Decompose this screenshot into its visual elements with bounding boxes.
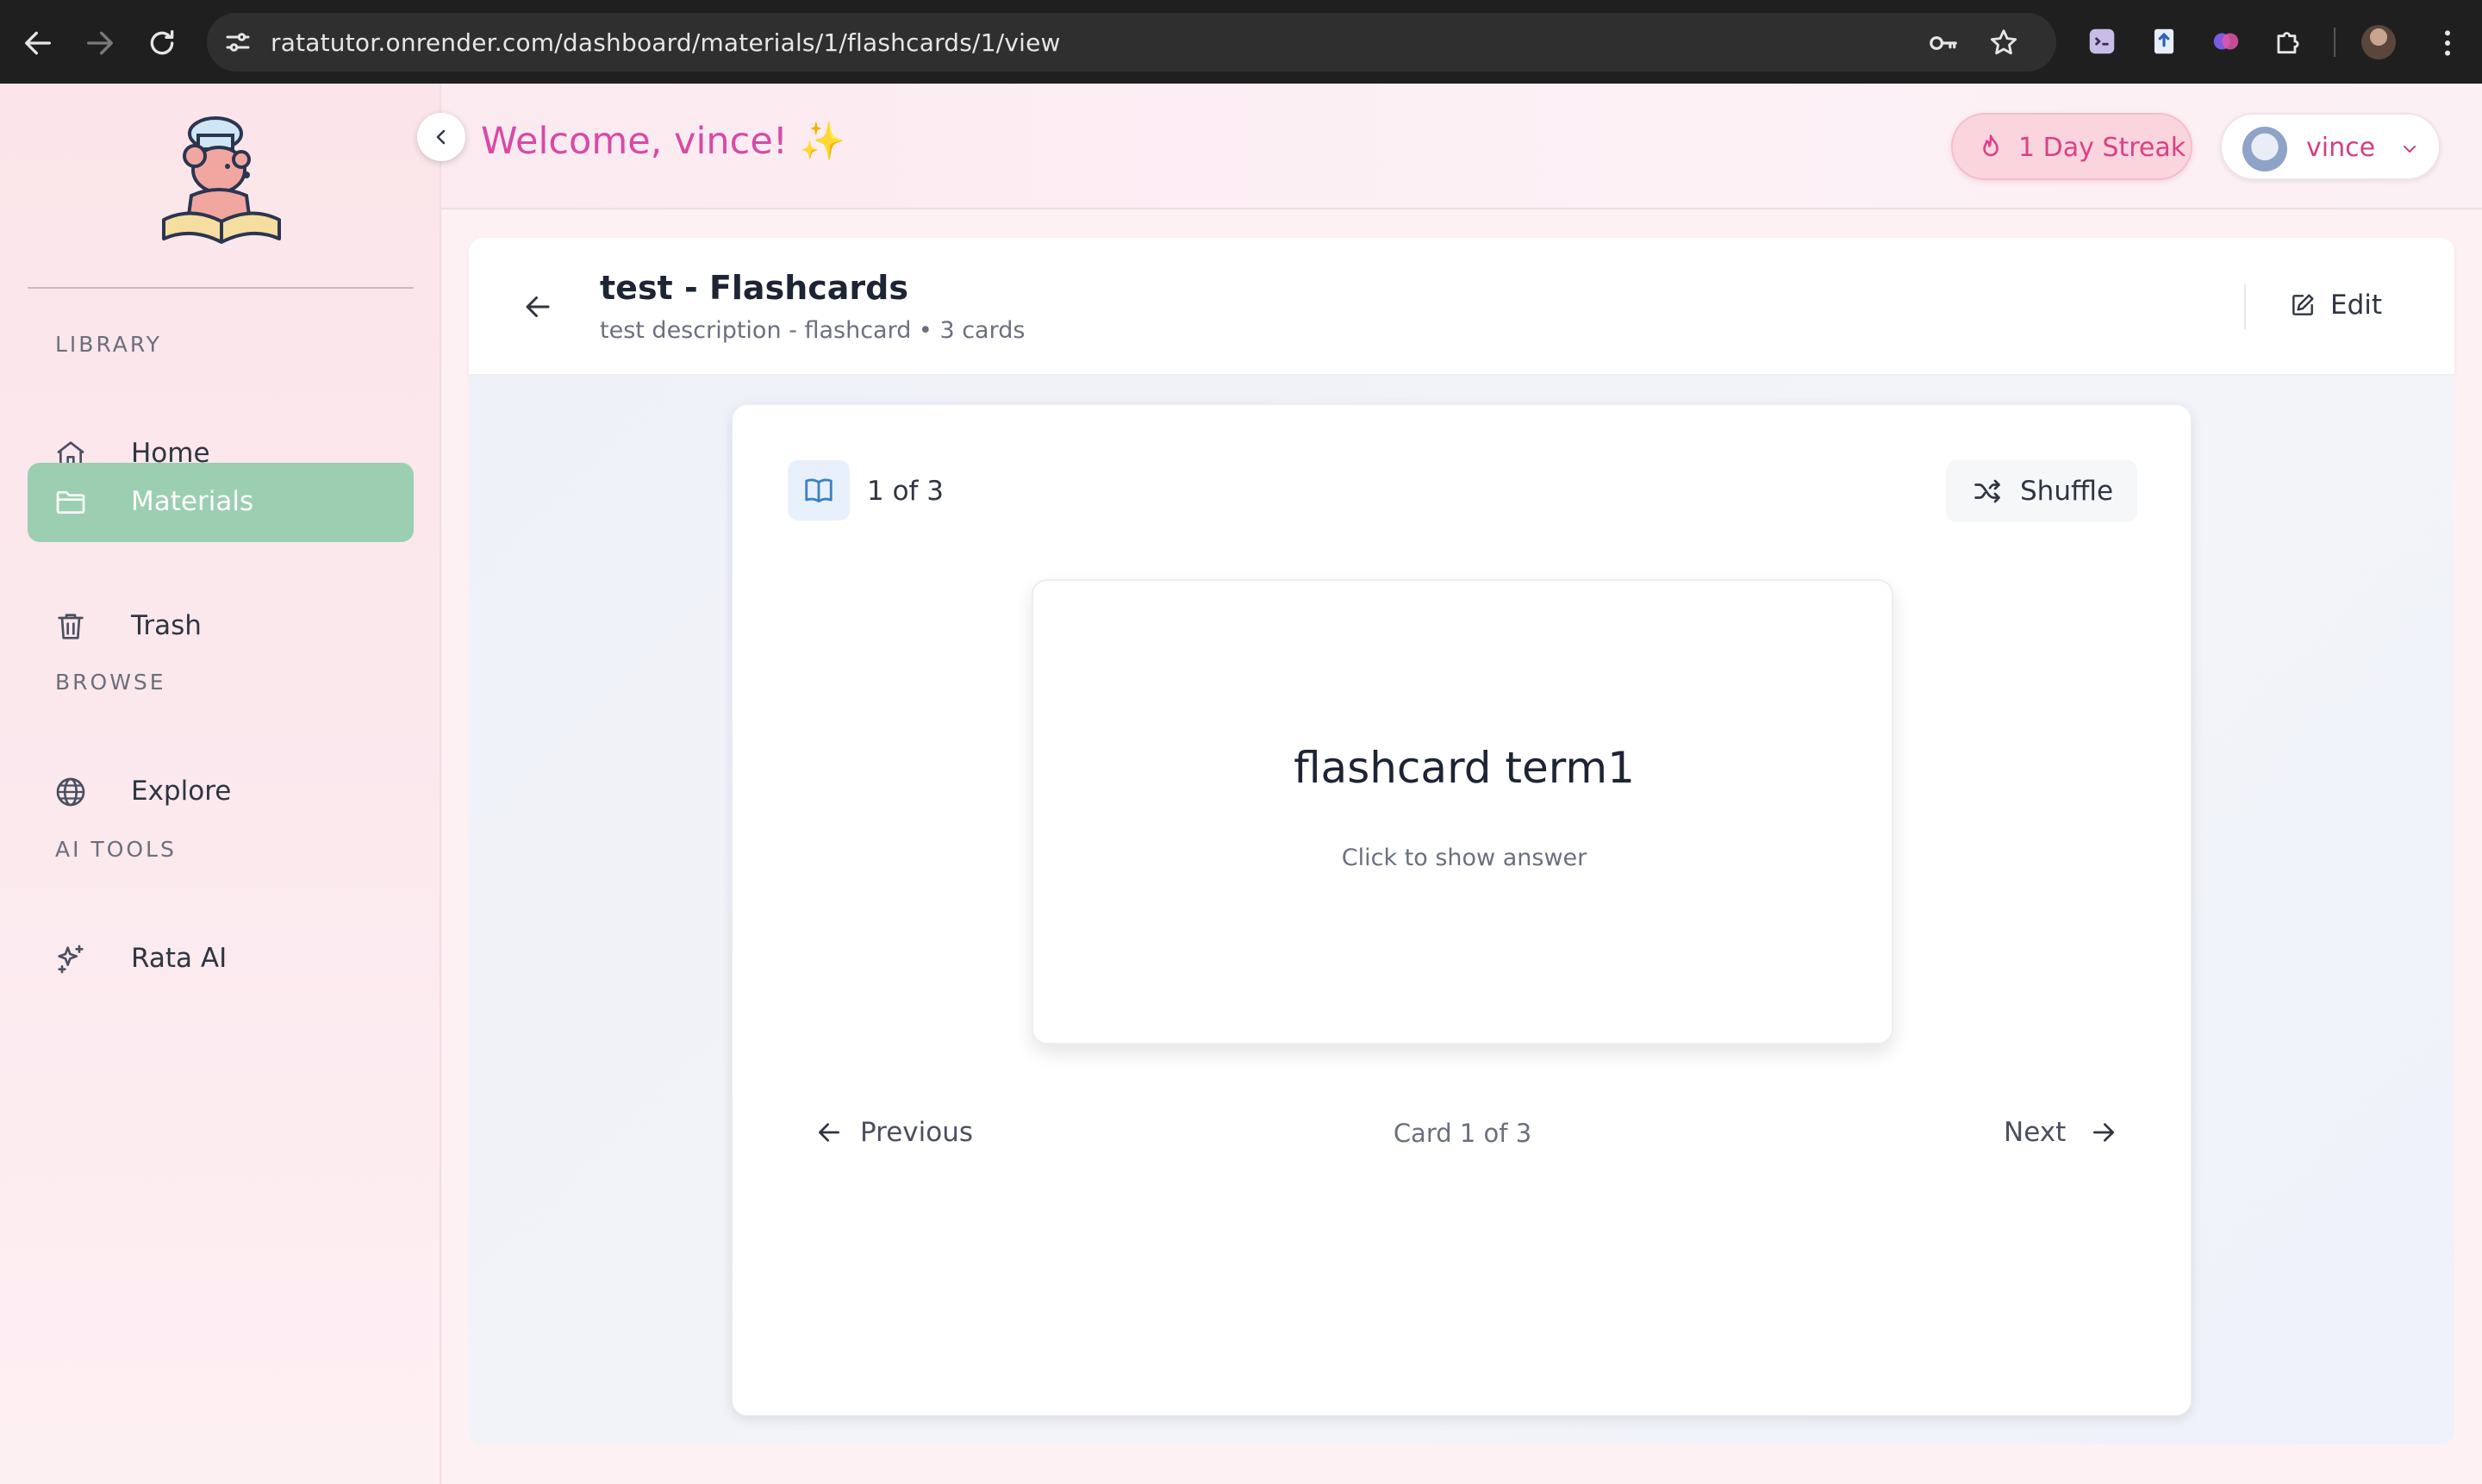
- more-icon[interactable]: [2430, 26, 2465, 60]
- bookmark-star-icon[interactable]: [1987, 27, 2020, 59]
- header-divider: [2244, 284, 2246, 329]
- sidebar-collapse-button[interactable]: [417, 113, 465, 161]
- toolbar-divider: [2334, 28, 2335, 57]
- next-button[interactable]: Next: [2004, 1112, 2124, 1153]
- folder-icon: [53, 485, 88, 520]
- puzzle-icon[interactable]: [2272, 25, 2304, 58]
- browser-profile-avatar[interactable]: [2361, 25, 2396, 59]
- trash-icon: [53, 609, 88, 644]
- edit-label: Edit: [2330, 290, 2383, 321]
- section-label-library: LIBRARY: [55, 332, 162, 357]
- top-header: Welcome, vince! ✨ 1 Day Streak vince: [441, 84, 2482, 209]
- streak-badge[interactable]: 1 Day Streak: [1951, 113, 2192, 180]
- browser-toolbar: ratatutor.onrender.com/dashboard/materia…: [0, 0, 2482, 84]
- edit-button[interactable]: Edit: [2289, 286, 2410, 327]
- url-text: ratatutor.onrender.com/dashboard/materia…: [271, 28, 1061, 57]
- arrow-right-icon: [2093, 1123, 2114, 1142]
- sidebar-divider: [28, 287, 414, 289]
- page-subtitle: test description - flashcard • 3 cards: [600, 317, 1026, 344]
- site-settings-icon[interactable]: [222, 27, 253, 58]
- chevron-down-icon: [2399, 139, 2420, 159]
- extension-icon[interactable]: [2086, 25, 2118, 58]
- sidebar: LIBRARY Home Materials Trash BROWSE Expl…: [0, 84, 441, 1484]
- next-label: Next: [2004, 1117, 2067, 1148]
- book-open-icon: [788, 460, 850, 521]
- streak-label: 1 Day Streak: [2018, 133, 2186, 163]
- arrow-left-icon: [819, 1123, 839, 1142]
- ratatutor-logo[interactable]: [148, 109, 295, 256]
- flashcard-term: flashcard term1: [1294, 743, 1635, 793]
- flashcard-study-panel: 1 of 3 Shuffle flashcard term1 Click to …: [732, 404, 2192, 1416]
- welcome-message: Welcome, vince! ✨: [481, 120, 846, 163]
- edit-icon: [2292, 294, 2314, 315]
- sidebar-item-label: Materials: [131, 486, 254, 517]
- shuffle-label: Shuffle: [2020, 476, 2114, 507]
- user-menu-button[interactable]: vince: [2220, 113, 2441, 180]
- forward-icon[interactable]: [83, 26, 117, 60]
- back-button[interactable]: [522, 291, 553, 322]
- previous-label: Previous: [860, 1117, 974, 1148]
- section-label-ai-tools: AI TOOLS: [55, 837, 177, 862]
- card-position: Card 1 of 3: [1393, 1119, 1532, 1148]
- page-header: test - Flashcards test description - fla…: [469, 238, 2454, 376]
- sidebar-item-rata-ai[interactable]: Rata AI: [28, 920, 414, 999]
- globe-icon: [53, 775, 88, 809]
- sidebar-item-materials[interactable]: Materials: [28, 463, 414, 542]
- avatar: [2242, 127, 2287, 171]
- address-bar[interactable]: ratatutor.onrender.com/dashboard/materia…: [207, 13, 2056, 72]
- page-title: test - Flashcards: [600, 269, 908, 307]
- sidebar-item-label: Rata AI: [131, 943, 228, 974]
- flashcard[interactable]: flashcard term1 Click to show answer: [1032, 579, 1893, 1044]
- section-label-browse: BROWSE: [55, 670, 166, 695]
- shuffle-icon: [1974, 479, 2000, 503]
- flame-icon: [1975, 132, 2006, 163]
- key-icon[interactable]: [1927, 27, 1960, 59]
- card-counter-text: 1 of 3: [867, 476, 945, 507]
- sidebar-item-trash[interactable]: Trash: [28, 587, 414, 666]
- arrow-left-icon: [526, 296, 550, 317]
- flashcard-hint: Click to show answer: [1341, 845, 1587, 871]
- username: vince: [2306, 133, 2376, 163]
- extension-icon[interactable]: [2210, 25, 2242, 58]
- sidebar-item-label: Trash: [131, 610, 202, 641]
- reload-icon[interactable]: [145, 26, 179, 60]
- sparkles-icon: [53, 942, 88, 976]
- previous-button[interactable]: Previous: [815, 1112, 1005, 1153]
- sidebar-item-label: Explore: [131, 776, 232, 807]
- chevron-left-icon: [436, 129, 446, 145]
- sidebar-item-explore[interactable]: Explore: [28, 752, 414, 832]
- shuffle-button[interactable]: Shuffle: [1946, 460, 2137, 522]
- extension-icon[interactable]: [2148, 25, 2180, 58]
- back-icon[interactable]: [21, 26, 55, 60]
